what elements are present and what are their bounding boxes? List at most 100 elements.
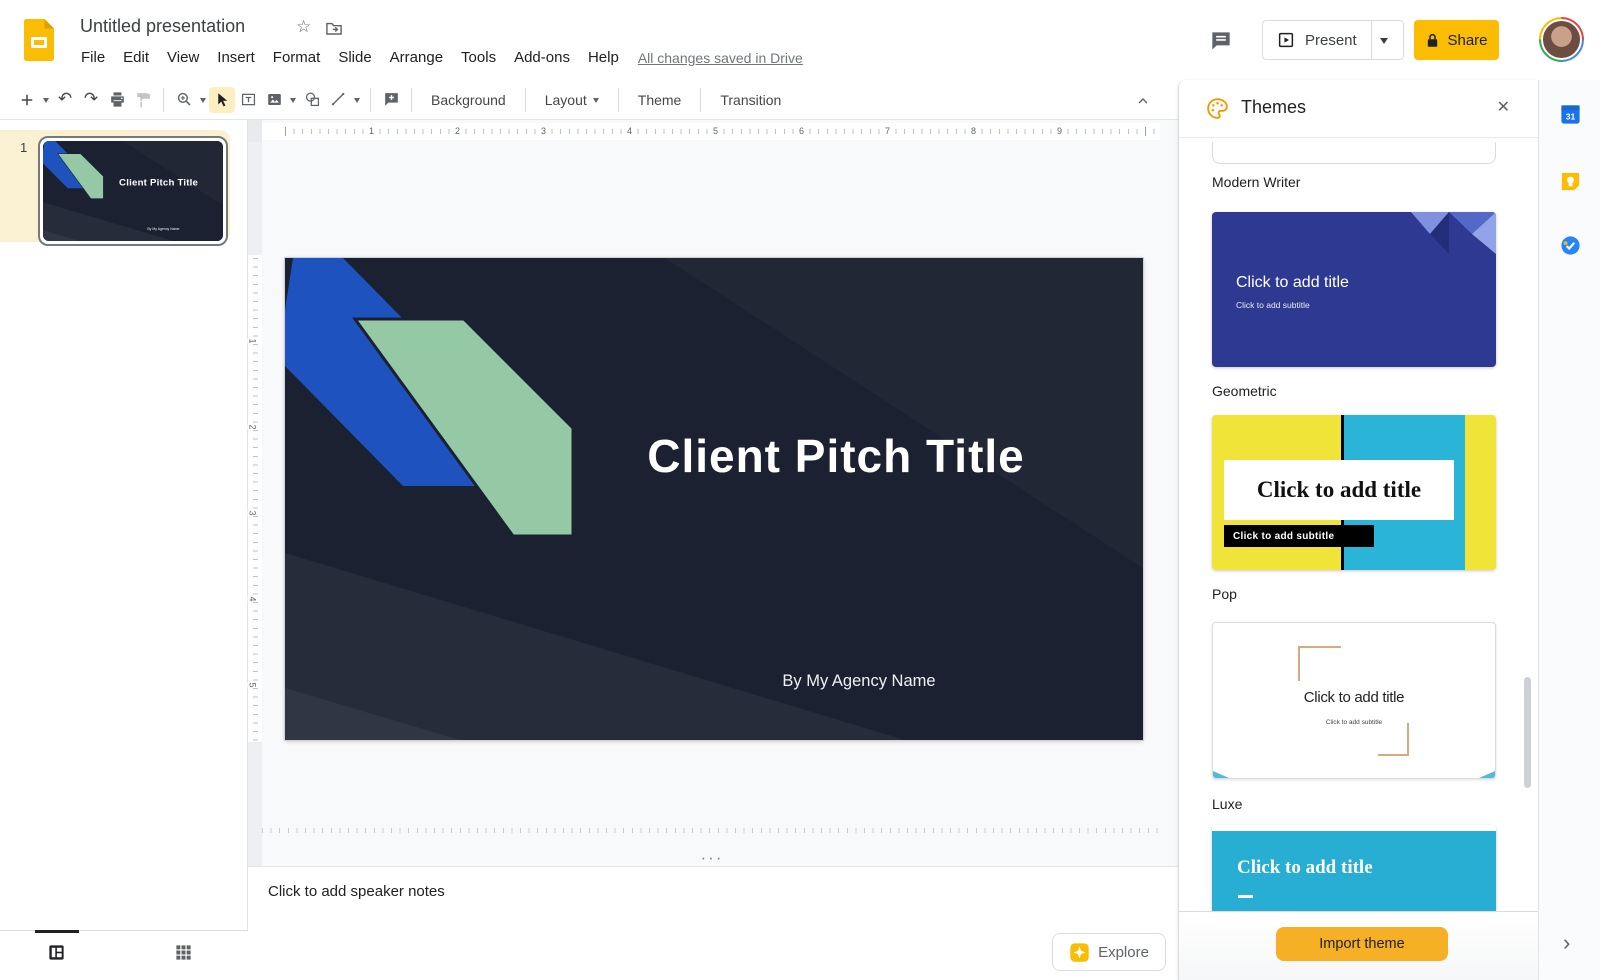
- theme-button[interactable]: Theme: [626, 86, 694, 114]
- new-slide-dropdown[interactable]: [40, 87, 52, 113]
- calendar-app-button[interactable]: 31: [1559, 103, 1582, 131]
- caret-down-icon: [43, 97, 49, 106]
- insert-shape-button[interactable]: [299, 87, 325, 113]
- menu-tools[interactable]: Tools: [452, 47, 505, 68]
- line-dropdown[interactable]: [351, 87, 363, 113]
- theme-card-pop[interactable]: Click to add title Click to add subtitle: [1212, 415, 1496, 570]
- theme-card-geometric[interactable]: Click to add title Click to add subtitle: [1212, 212, 1496, 367]
- layout-button[interactable]: Layout: [533, 86, 611, 114]
- slide-title[interactable]: Client Pitch Title: [647, 430, 1025, 482]
- undo-button[interactable]: ↶: [52, 87, 78, 113]
- speaker-notes-input[interactable]: Click to add speaker notes: [268, 883, 445, 900]
- move-to-folder-icon[interactable]: [324, 19, 344, 44]
- undo-icon: ↶: [57, 89, 73, 109]
- close-icon[interactable]: ✕: [1497, 97, 1510, 117]
- insert-image-button[interactable]: [261, 87, 287, 113]
- theme-subtitle-placeholder: Click to add subtitle: [1236, 300, 1310, 310]
- import-theme-button[interactable]: Import theme: [1276, 927, 1448, 961]
- save-status-link[interactable]: All changes saved in Drive: [638, 50, 803, 66]
- text-box-button[interactable]: [235, 87, 261, 113]
- geometric-decoration: [1411, 212, 1496, 254]
- comments-icon[interactable]: [1208, 28, 1234, 59]
- ruler-number: 3: [247, 510, 258, 516]
- thumbnail-slide-title: Client Pitch Title: [119, 177, 198, 188]
- themes-panel-title: Themes: [1241, 97, 1307, 117]
- theme-name: Luxe: [1212, 796, 1243, 812]
- filmstrip-view-icon: [49, 945, 64, 960]
- themes-panel-header: Themes ✕: [1179, 80, 1538, 138]
- app-header: Untitled presentation ☆ File Edit View I…: [0, 0, 1600, 80]
- document-title[interactable]: Untitled presentation: [80, 16, 245, 37]
- transition-button[interactable]: Transition: [708, 86, 793, 114]
- menu-format[interactable]: Format: [264, 47, 330, 68]
- redo-icon: ↷: [83, 89, 99, 109]
- plus-icon: [21, 94, 33, 105]
- horizontal-ruler[interactable]: 1 2 3 4 5 6 7 8 9: [262, 123, 1160, 140]
- explore-label: Explore: [1098, 943, 1149, 961]
- paint-format-button[interactable]: [130, 87, 156, 113]
- keep-app-button[interactable]: [1559, 170, 1582, 198]
- caret-down-icon: [592, 97, 599, 106]
- theme-name: Pop: [1212, 586, 1237, 602]
- slide-thumbnail[interactable]: Client Pitch Title By My Agency Name: [38, 136, 228, 246]
- share-button[interactable]: Share: [1414, 20, 1499, 60]
- vertical-ruler[interactable]: 1 2 3 4 5: [247, 142, 262, 880]
- corner-bracket: [1378, 723, 1409, 756]
- slide-editor[interactable]: Client Pitch Title By My Agency Name: [284, 257, 1144, 741]
- menu-help[interactable]: Help: [579, 47, 628, 68]
- redo-button[interactable]: ↷: [78, 87, 104, 113]
- line-icon: [331, 92, 344, 106]
- insert-line-button[interactable]: [325, 87, 351, 113]
- themes-scrollbar[interactable]: [1524, 677, 1531, 788]
- menubar: File Edit View Insert Format Slide Arran…: [72, 47, 803, 68]
- menu-arrange[interactable]: Arrange: [381, 47, 452, 68]
- grid-view-button[interactable]: [174, 943, 193, 967]
- present-dropdown[interactable]: [1370, 21, 1397, 59]
- divider: [524, 87, 526, 112]
- menu-view[interactable]: View: [158, 47, 208, 68]
- ruler-number: 9: [1055, 126, 1065, 136]
- new-slide-button[interactable]: [14, 87, 40, 113]
- present-button[interactable]: Present: [1262, 20, 1404, 60]
- menu-slide[interactable]: Slide: [329, 47, 380, 68]
- themes-panel-footer: Import theme: [1179, 911, 1538, 980]
- notes-resize-handle[interactable]: ···: [692, 849, 732, 866]
- collapse-toolbar-button[interactable]: [1132, 90, 1154, 112]
- divider: [700, 87, 702, 112]
- slides-logo-icon[interactable]: [24, 19, 54, 61]
- account-avatar[interactable]: [1539, 17, 1584, 62]
- menu-edit[interactable]: Edit: [114, 47, 158, 68]
- comment-plus-icon: [384, 93, 398, 106]
- filmstrip: 1 Client Pitch Title By My Agency Name: [0, 120, 248, 980]
- theme-card-luxe[interactable]: Click to add title Click to add subtitle: [1212, 622, 1496, 779]
- chevron-right-icon[interactable]: ›: [1563, 930, 1570, 956]
- tasks-app-button[interactable]: [1559, 234, 1582, 262]
- select-tool-button[interactable]: [209, 86, 235, 113]
- menu-file[interactable]: File: [72, 47, 114, 68]
- star-icon[interactable]: ☆: [296, 17, 311, 37]
- divider: [370, 87, 371, 112]
- image-dropdown[interactable]: [287, 87, 299, 113]
- thumbnail-slide-subtitle: By My Agency Name: [147, 227, 179, 231]
- theme-title-placeholder: Click to add title: [1303, 689, 1405, 706]
- explore-button[interactable]: Explore: [1052, 933, 1166, 971]
- filmstrip-view-button[interactable]: [47, 943, 66, 967]
- slide-subtitle[interactable]: By My Agency Name: [782, 672, 935, 690]
- divider: [163, 87, 164, 112]
- ruler-number: 4: [247, 596, 258, 602]
- cursor-icon: [218, 92, 228, 106]
- zoom-dropdown[interactable]: [197, 87, 209, 113]
- print-button[interactable]: [104, 87, 130, 113]
- theme-card-teal[interactable]: Click to add title: [1212, 825, 1496, 911]
- paint-roller-icon: [136, 93, 150, 108]
- menu-addons[interactable]: Add-ons: [505, 47, 579, 68]
- theme-card-modern-writer[interactable]: [1212, 142, 1496, 164]
- calendar-icon: 31: [1561, 105, 1580, 124]
- add-comment-button[interactable]: [378, 87, 404, 113]
- background-button[interactable]: Background: [419, 86, 518, 114]
- theme-title-placeholder: Click to add title: [1256, 477, 1422, 502]
- filmstrip-footer: [0, 930, 248, 980]
- divider: [617, 87, 619, 112]
- menu-insert[interactable]: Insert: [208, 47, 264, 68]
- zoom-button[interactable]: [171, 87, 197, 113]
